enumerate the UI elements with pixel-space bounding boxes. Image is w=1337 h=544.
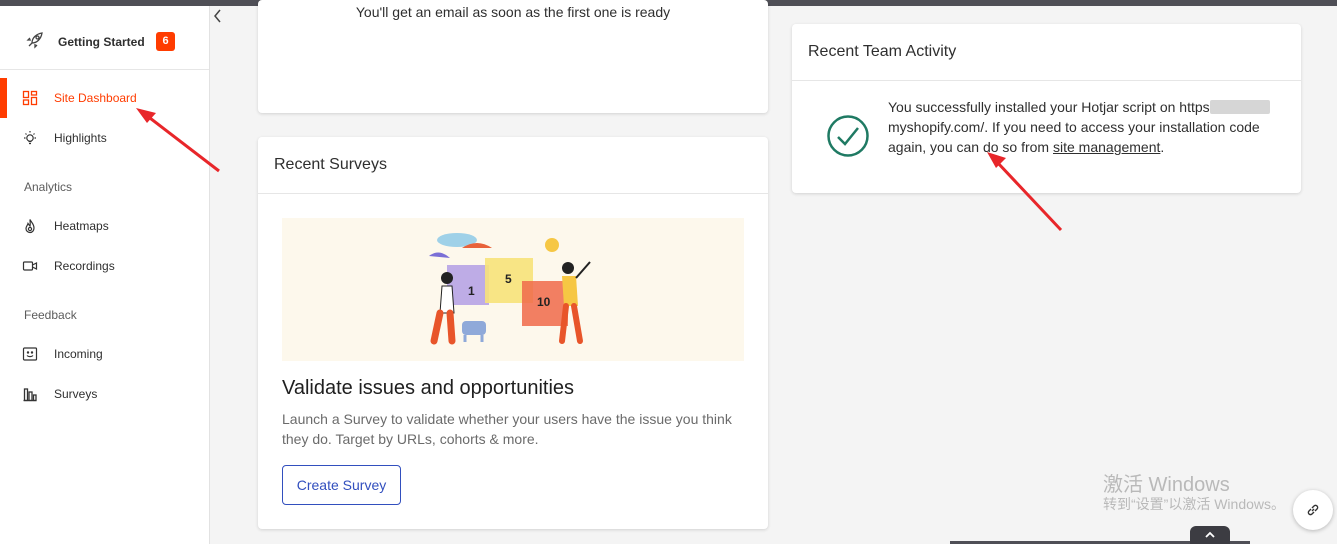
inbox-smile-icon: [22, 347, 38, 361]
getting-started-item[interactable]: Getting Started 6: [0, 6, 209, 70]
sidebar-item-label: Site Dashboard: [54, 91, 137, 105]
recent-surveys-card: Recent Surveys 1 5 10 Validate issues an…: [258, 137, 768, 529]
active-indicator: [0, 78, 7, 118]
sidebar-item-surveys[interactable]: Surveys: [0, 374, 209, 414]
recent-surveys-title: Recent Surveys: [258, 137, 768, 194]
create-survey-button[interactable]: Create Survey: [282, 465, 401, 505]
rocket-icon: [26, 32, 43, 49]
link-icon: [1307, 504, 1319, 516]
sidebar-item-recordings[interactable]: Recordings: [0, 246, 209, 286]
windows-watermark-title: 激活 Windows: [1103, 474, 1230, 496]
sidebar-item-label: Heatmaps: [54, 219, 109, 233]
collapse-sidebar-icon[interactable]: [210, 6, 226, 26]
recent-team-activity-card: Recent Team Activity You successfully in…: [792, 24, 1301, 193]
section-analytics: Analytics: [24, 180, 73, 194]
sidebar-item-incoming[interactable]: Incoming: [0, 334, 209, 374]
activity-text-end: .: [1160, 139, 1165, 155]
illustration-number-5: 5: [505, 272, 512, 286]
check-circle-icon: [827, 115, 869, 157]
windows-watermark-subtitle: 转到“设置”以激活 Windows。: [1103, 496, 1286, 512]
video-camera-icon: [22, 261, 38, 271]
illustration-number-10: 10: [537, 295, 551, 309]
email-notice-text: You'll get an email as soon as the first…: [355, 4, 671, 20]
recent-team-activity-title: Recent Team Activity: [792, 24, 1301, 81]
people-survey-illustration: 1 5 10: [429, 233, 591, 345]
validate-description: Launch a Survey to validate whether your…: [282, 411, 732, 447]
flame-icon: [25, 219, 35, 234]
sidebar-item-site-dashboard[interactable]: Site Dashboard: [0, 78, 209, 118]
section-feedback: Feedback: [24, 308, 77, 322]
chevron-up-icon: [1205, 531, 1215, 538]
activity-text-start: You successfully installed your Hotjar s…: [888, 99, 1210, 115]
redacted-domain: [1209, 100, 1270, 114]
getting-started-badge: 6: [156, 32, 175, 51]
site-management-link[interactable]: site management: [1053, 139, 1160, 155]
floating-link-button[interactable]: [1293, 490, 1333, 530]
email-card: You'll get an email as soon as the first…: [258, 0, 768, 113]
sidebar-item-label: Surveys: [54, 387, 98, 401]
illustration-number-1: 1: [468, 284, 475, 298]
getting-started-label: Getting Started: [58, 35, 145, 49]
lightbulb-icon: [24, 131, 36, 145]
sidebar-item-label: Highlights: [54, 131, 107, 145]
sidebar-item-label: Recordings: [54, 259, 115, 273]
sidebar-item-highlights[interactable]: Highlights: [0, 118, 209, 158]
sidebar-item-label: Incoming: [54, 347, 103, 361]
dashboard-icon: [22, 90, 38, 106]
activity-message: You successfully installed your Hotjar s…: [888, 97, 1278, 157]
sidebar-item-heatmaps[interactable]: Heatmaps: [0, 206, 209, 246]
surveys-illustration: 1 5 10: [282, 218, 744, 361]
scroll-up-tab[interactable]: [1190, 526, 1230, 544]
bar-chart-icon: [23, 388, 37, 402]
validate-heading: Validate issues and opportunities: [282, 377, 575, 399]
sidebar: Getting Started 6 Site Dashboard Highlig…: [0, 6, 210, 544]
